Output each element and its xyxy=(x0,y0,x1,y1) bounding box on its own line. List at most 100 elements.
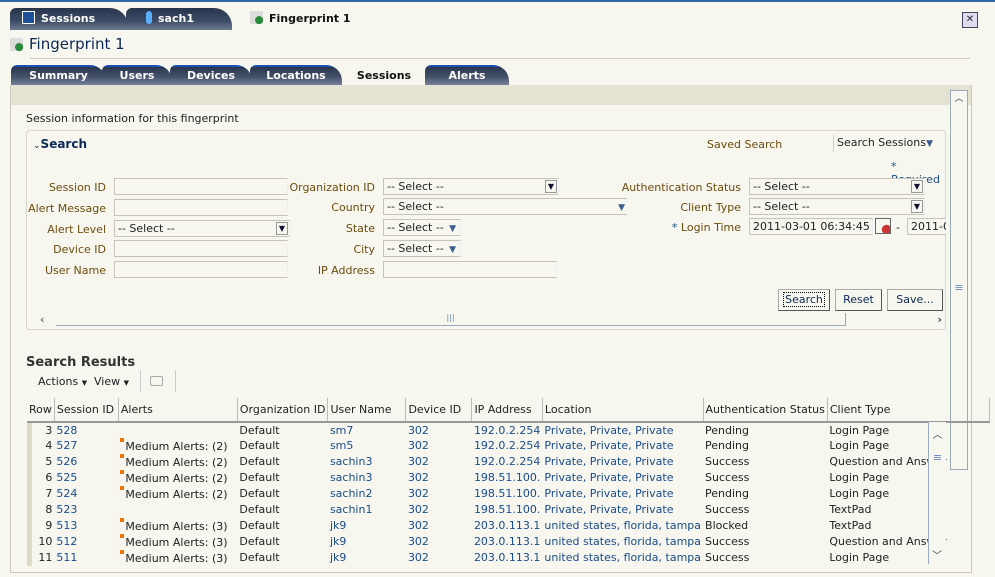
cell-user-name[interactable]: sm7 xyxy=(328,422,406,438)
scroll-right-icon[interactable]: › xyxy=(937,313,942,326)
cell-row: 8 xyxy=(27,502,55,518)
ip-address-input[interactable] xyxy=(383,261,557,278)
cell-device-id[interactable]: 302 xyxy=(406,438,472,454)
table-row: 3 528 Default sm7 302 192.0.2.254 Private, Pri… xyxy=(27,422,989,438)
cell-session-id[interactable]: 524 xyxy=(54,486,118,502)
cell-location[interactable]: Private, Private, Private xyxy=(542,502,703,518)
tab-users[interactable]: Users xyxy=(102,65,172,85)
cell-device-id[interactable]: 302 xyxy=(406,486,472,502)
cell-session-id[interactable]: 511 xyxy=(54,550,118,566)
cell-location[interactable]: Private, Private, Private xyxy=(542,470,703,486)
cell-ip-address[interactable]: 192.0.2.254 xyxy=(472,438,542,454)
cell-location[interactable]: Private, Private, Private xyxy=(542,422,703,438)
cell-session-id[interactable]: 527 xyxy=(54,438,118,454)
column-header-ip-address[interactable]: IP Address xyxy=(471,398,543,423)
column-header-auth-status[interactable]: Authentication Status xyxy=(703,398,828,423)
alert-message-input[interactable] xyxy=(114,199,288,216)
cell-client-type: Login Page xyxy=(829,551,890,564)
doc-tab-sach1[interactable]: sach1 xyxy=(126,8,232,30)
cell-device-id[interactable]: 302 xyxy=(406,422,472,438)
cell-device-id[interactable]: 302 xyxy=(406,454,472,470)
search-toggle[interactable]: ⌄Search xyxy=(33,137,87,151)
tab-devices[interactable]: Devices xyxy=(170,65,252,85)
cell-user-name[interactable]: jk9 xyxy=(328,550,406,566)
scroll-down-icon[interactable]: ﹀ xyxy=(929,547,945,562)
cell-location[interactable]: united states, florida, tampa xyxy=(542,534,703,550)
tab-summary[interactable]: Summary xyxy=(11,65,106,85)
column-header-user-name[interactable]: User Name xyxy=(327,398,407,423)
cell-user-name[interactable]: sm5 xyxy=(328,438,406,454)
doc-tab-fingerprint[interactable]: Fingerprint 1 xyxy=(238,8,378,30)
search-button[interactable]: Search xyxy=(778,289,830,311)
reset-button[interactable]: Reset xyxy=(835,289,882,311)
scroll-left-icon[interactable]: ‹ xyxy=(40,313,44,326)
cell-row: 4 xyxy=(27,438,55,454)
cell-ip-address[interactable]: 203.0.113.1 xyxy=(472,550,542,566)
cell-device-id[interactable]: 302 xyxy=(406,550,472,566)
country-select[interactable]: -- Select -- ▼ xyxy=(383,198,627,215)
cell-location[interactable]: united states, florida, tampa xyxy=(542,550,703,566)
cell-device-id[interactable]: 302 xyxy=(406,470,472,486)
city-select[interactable]: -- Select -- ▼ xyxy=(383,240,461,257)
cell-user-name[interactable]: sachin2 xyxy=(328,486,406,502)
cell-user-name[interactable]: sachin3 xyxy=(328,470,406,486)
tab-alerts[interactable]: Alerts xyxy=(425,65,509,85)
cell-user-name[interactable]: sachin3 xyxy=(328,454,406,470)
column-header-client-type[interactable]: Client Type xyxy=(827,398,990,423)
cell-location[interactable]: united states, florida, tampa xyxy=(542,518,703,534)
search-horizontal-scrollbar[interactable]: ‹ ||| › xyxy=(36,313,946,327)
cell-user-name[interactable]: jk9 xyxy=(328,534,406,550)
column-header-organization-id[interactable]: Organization ID xyxy=(237,398,329,423)
close-tab-icon[interactable]: ✕ xyxy=(962,12,978,28)
device-id-input[interactable] xyxy=(114,240,288,257)
login-time-to-input[interactable]: 2011-0 xyxy=(907,218,946,235)
cell-device-id[interactable]: 302 xyxy=(406,534,472,550)
column-header-location[interactable]: Location xyxy=(542,398,704,423)
cell-location[interactable]: Private, Private, Private xyxy=(542,486,703,502)
scroll-up-icon[interactable]: ︿ xyxy=(929,426,946,441)
cell-session-id[interactable]: 513 xyxy=(54,518,118,534)
cell-ip-address[interactable]: 203.0.113.1 xyxy=(472,518,542,534)
cell-ip-address[interactable]: 198.51.100. xyxy=(472,486,542,502)
organization-id-select[interactable]: -- Select -- ▼ xyxy=(383,178,559,195)
cell-ip-address[interactable]: 192.0.2.254 xyxy=(472,454,542,470)
cell-session-id[interactable]: 528 xyxy=(54,422,118,438)
client-type-select[interactable]: -- Select -- ▼ xyxy=(749,198,925,215)
user-name-input[interactable] xyxy=(114,261,288,278)
session-id-input[interactable] xyxy=(114,178,288,195)
tab-locations[interactable]: Locations xyxy=(250,65,342,85)
cell-session-id[interactable]: 525 xyxy=(54,470,118,486)
cell-session-id[interactable]: 526 xyxy=(54,454,118,470)
cell-ip-address[interactable]: 198.51.100. xyxy=(472,470,542,486)
cell-user-name[interactable]: sachin1 xyxy=(328,502,406,518)
column-header-session-id[interactable]: Session ID xyxy=(54,398,119,423)
cell-session-id[interactable]: 512 xyxy=(54,534,118,550)
view-menu[interactable]: View ▼ xyxy=(94,375,129,388)
calendar-clock-icon[interactable] xyxy=(875,218,891,234)
alert-marker-icon xyxy=(120,486,125,490)
saved-search-select[interactable]: Search Sessions ▼ xyxy=(833,135,937,152)
cell-ip-address[interactable]: 192.0.2.254 xyxy=(472,422,542,438)
cell-device-id[interactable]: 302 xyxy=(406,518,472,534)
auth-status-select[interactable]: -- Select -- ▼ xyxy=(749,178,925,195)
cell-ip-address[interactable]: 198.51.100. xyxy=(472,502,542,518)
alert-level-select[interactable]: -- Select -- ▼ xyxy=(114,220,290,237)
cell-user-name[interactable]: jk9 xyxy=(328,518,406,534)
table-scrollbar[interactable]: ︿ ≡ ﹀ xyxy=(928,422,946,564)
chevron-down-icon: ▼ xyxy=(449,224,456,234)
save-button[interactable]: Save... xyxy=(887,289,943,311)
folder-icon[interactable] xyxy=(150,376,163,386)
column-header-device-id[interactable]: Device ID xyxy=(405,398,473,423)
column-header-alerts[interactable]: Alerts xyxy=(118,398,238,423)
cell-device-id[interactable]: 302 xyxy=(406,502,472,518)
cell-session-id[interactable]: 523 xyxy=(54,502,118,518)
actions-menu[interactable]: Actions ▼ xyxy=(38,375,87,388)
tab-sessions[interactable]: Sessions xyxy=(344,65,424,85)
login-time-from-input[interactable]: 2011-03-01 06:34:45 PM xyxy=(749,218,873,235)
cell-ip-address[interactable]: 203.0.113.1 xyxy=(472,534,542,550)
doc-tab-sessions[interactable]: Sessions xyxy=(10,8,128,30)
column-header-row[interactable]: Row xyxy=(27,398,55,423)
cell-location[interactable]: Private, Private, Private xyxy=(542,438,703,454)
state-select[interactable]: -- Select -- ▼ xyxy=(383,219,461,236)
cell-location[interactable]: Private, Private, Private xyxy=(542,454,703,470)
